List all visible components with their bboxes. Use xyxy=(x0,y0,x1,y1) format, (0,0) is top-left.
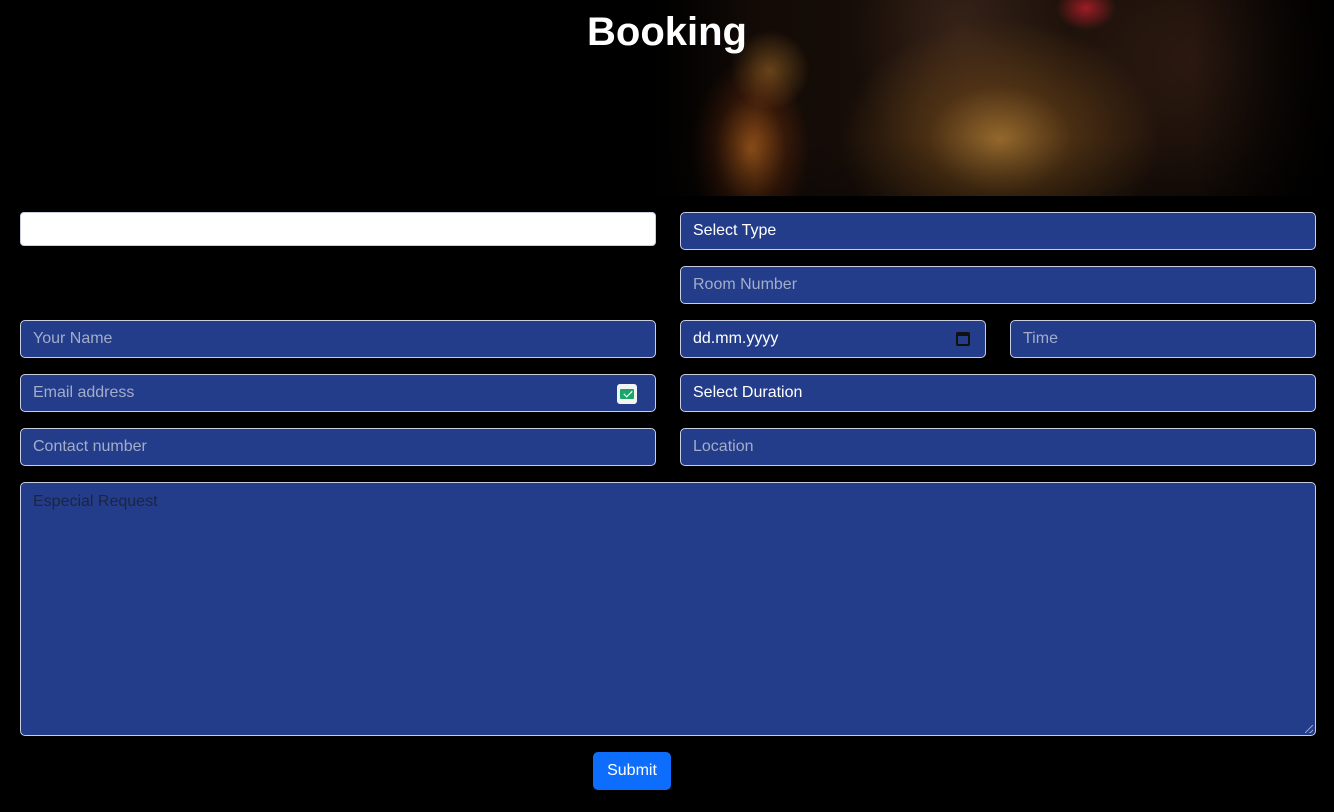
email-autofill-icon[interactable] xyxy=(617,384,637,404)
email-input[interactable]: Email address xyxy=(20,374,656,412)
special-request-textarea[interactable]: Especial Request xyxy=(20,482,1316,736)
page-title: Booking xyxy=(587,10,747,54)
time-placeholder: Time xyxy=(1023,330,1058,347)
type-select[interactable]: Select Type xyxy=(680,212,1316,250)
duration-select[interactable]: Select Duration xyxy=(680,374,1316,412)
location-input[interactable]: Location xyxy=(680,428,1316,466)
email-placeholder: Email address xyxy=(33,384,135,401)
location-placeholder: Location xyxy=(693,438,754,455)
blank-input[interactable] xyxy=(20,212,656,246)
contact-input[interactable]: Contact number xyxy=(20,428,656,466)
date-value: dd.mm.yyyy xyxy=(693,330,779,347)
duration-select-value: Select Duration xyxy=(693,384,803,401)
contact-placeholder: Contact number xyxy=(33,438,147,455)
calendar-icon[interactable] xyxy=(956,332,970,346)
special-request-placeholder: Especial Request xyxy=(33,493,158,510)
submit-button[interactable]: Submit xyxy=(593,752,671,790)
header-banner: Booking xyxy=(0,0,1334,196)
room-number-placeholder: Room Number xyxy=(693,276,798,293)
resize-grip-icon[interactable] xyxy=(1305,725,1313,733)
type-select-value: Select Type xyxy=(693,222,777,239)
time-input[interactable]: Time xyxy=(1010,320,1316,358)
booking-page: Booking Select Type Room Number Your Nam… xyxy=(0,0,1334,812)
name-input[interactable]: Your Name xyxy=(20,320,656,358)
name-placeholder: Your Name xyxy=(33,330,113,347)
date-input[interactable]: dd.mm.yyyy xyxy=(680,320,986,358)
room-number-input[interactable]: Room Number xyxy=(680,266,1316,304)
